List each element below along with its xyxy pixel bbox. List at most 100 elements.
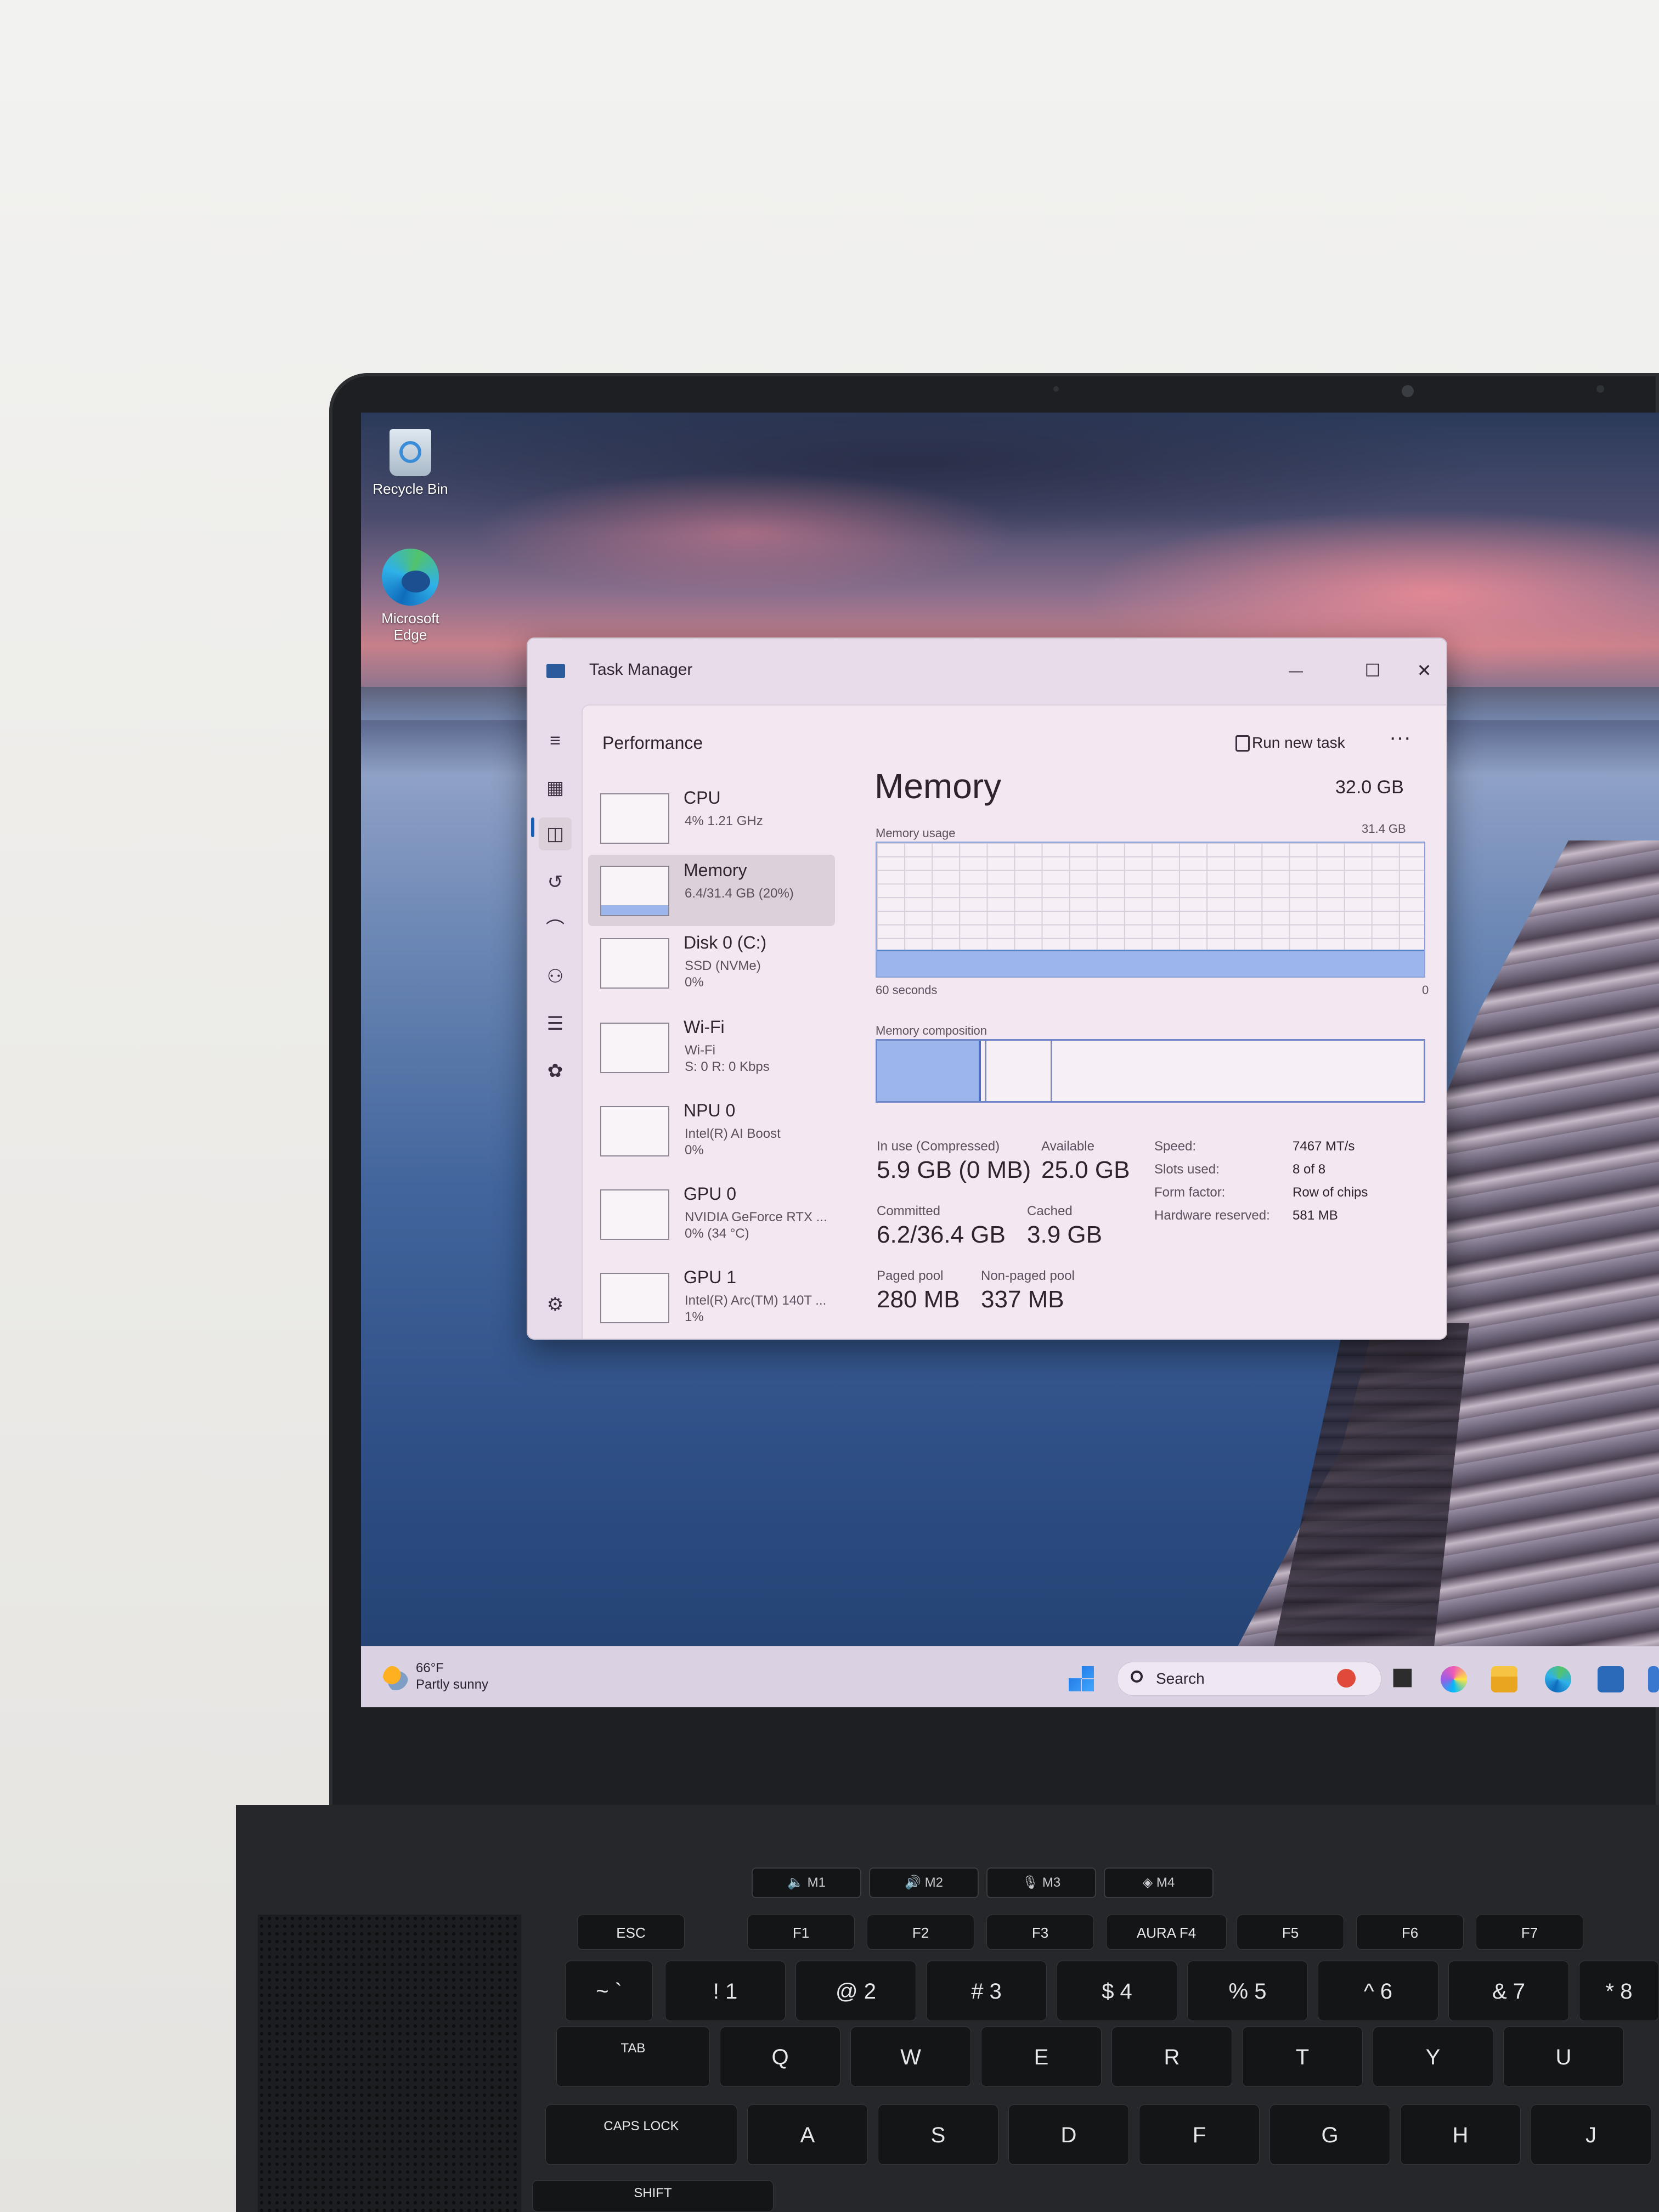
task-manager-window: Task Manager — ☐ ✕ ≡ ▦ ◫ ↺ ⌒ ⚇ ☰ ✿ ⚙ Per… — [527, 637, 1447, 1340]
key-5[interactable]: % 5 — [1187, 1961, 1308, 2021]
key-esc[interactable]: ESC — [577, 1915, 685, 1950]
desktop-icon-edge[interactable]: Microsoft Edge — [366, 549, 454, 643]
key-q[interactable]: Q — [720, 2027, 840, 2087]
info-hardware-reserved: 581 MB — [1293, 1208, 1338, 1223]
hamburger-icon[interactable]: ≡ — [539, 724, 572, 757]
settings-icon[interactable]: ⚙ — [539, 1288, 572, 1321]
minimize-button[interactable]: — — [1274, 654, 1318, 687]
key-2[interactable]: @ 2 — [795, 1961, 916, 2021]
device-detail: Intel(R) Arc(TM) 140T ... 1% — [685, 1293, 827, 1324]
stat-label: Non-paged pool — [981, 1268, 1075, 1283]
app-history-icon[interactable]: ↺ — [539, 866, 572, 899]
more-options-button[interactable]: ··· — [1389, 725, 1411, 750]
stat-label: In use (Compressed) — [877, 1139, 1000, 1154]
key-u[interactable]: U — [1503, 2027, 1624, 2087]
stat-nonpaged-pool: 337 MB — [981, 1286, 1064, 1313]
performance-icon[interactable]: ◫ — [539, 817, 572, 850]
run-task-icon[interactable] — [1235, 735, 1250, 752]
key-f5[interactable]: F5 — [1237, 1915, 1344, 1950]
composition-standby[interactable] — [986, 1041, 1052, 1101]
npu-thumbnail — [600, 1106, 669, 1156]
device-name: Disk 0 (C:) — [684, 933, 767, 952]
composition-in-use[interactable] — [877, 1041, 981, 1101]
taskbar-search[interactable]: Search — [1117, 1662, 1381, 1696]
stat-available: 25.0 GB — [1041, 1156, 1130, 1183]
device-detail: Wi-Fi S: 0 R: 0 Kbps — [685, 1043, 770, 1074]
key-j[interactable]: J — [1531, 2104, 1651, 2165]
key-h[interactable]: H — [1400, 2104, 1521, 2165]
key-f2[interactable]: F2 — [867, 1915, 974, 1950]
key-f1[interactable]: F1 — [747, 1915, 855, 1950]
macro-key-m4[interactable]: ◈ M4 — [1104, 1867, 1214, 1898]
key-backtick[interactable]: ~ ` — [565, 1961, 653, 2021]
key-e[interactable]: E — [981, 2027, 1102, 2087]
key-r[interactable]: R — [1111, 2027, 1232, 2087]
key-y[interactable]: Y — [1373, 2027, 1493, 2087]
processes-icon[interactable]: ▦ — [539, 771, 572, 804]
macro-key-m3[interactable]: 🎙 M3 — [986, 1867, 1096, 1898]
title-bar[interactable]: Task Manager — ☐ ✕ — [528, 639, 1446, 704]
startup-icon[interactable]: ⌒ — [539, 913, 572, 946]
key-f7[interactable]: F7 — [1476, 1915, 1583, 1950]
device-item-cpu[interactable]: CPU 4% 1.21 GHz — [588, 782, 835, 854]
device-detail: Intel(R) AI Boost 0% — [685, 1126, 781, 1158]
weather-temperature[interactable]: 66°F — [416, 1661, 444, 1676]
webcam-icon — [1402, 385, 1414, 397]
key-8[interactable]: * 8 — [1579, 1961, 1659, 2021]
key-f4[interactable]: AURA F4 — [1106, 1915, 1227, 1950]
key-6[interactable]: ^ 6 — [1318, 1961, 1438, 2021]
key-f6[interactable]: F6 — [1356, 1915, 1464, 1950]
wifi-thumbnail — [600, 1023, 669, 1073]
file-explorer-icon[interactable] — [1491, 1666, 1517, 1692]
device-item-memory[interactable]: Memory 6.4/31.4 GB (20%) — [588, 855, 835, 926]
key-1[interactable]: ! 1 — [665, 1961, 786, 2021]
stat-paged-pool: 280 MB — [877, 1286, 960, 1313]
macro-key-m1[interactable]: 🔈 M1 — [752, 1867, 861, 1898]
device-item-disk[interactable]: Disk 0 (C:) SSD (NVMe) 0% — [588, 927, 835, 998]
key-caps-lock[interactable]: CAPS LOCK — [545, 2104, 737, 2165]
device-item-gpu1[interactable]: GPU 1 Intel(R) Arc(TM) 140T ... 1% — [588, 1262, 835, 1333]
details-icon[interactable]: ☰ — [539, 1007, 572, 1040]
services-icon[interactable]: ✿ — [539, 1054, 572, 1087]
memory-thumbnail — [600, 866, 669, 916]
key-t[interactable]: T — [1242, 2027, 1363, 2087]
gpu1-thumbnail — [600, 1273, 669, 1323]
weather-icon[interactable] — [383, 1665, 408, 1690]
key-a[interactable]: A — [747, 2104, 868, 2165]
memory-composition-bar — [876, 1039, 1425, 1103]
device-item-wifi[interactable]: Wi-Fi Wi-Fi S: 0 R: 0 Kbps — [588, 1012, 835, 1083]
key-3[interactable]: # 3 — [926, 1961, 1047, 2021]
edge-icon[interactable] — [1545, 1666, 1571, 1692]
key-w[interactable]: W — [850, 2027, 971, 2087]
close-button[interactable]: ✕ — [1402, 654, 1446, 687]
weather-description[interactable]: Partly sunny — [416, 1677, 488, 1692]
usage-graph-max: 31.4 GB — [1362, 822, 1406, 836]
nav-rail: ≡ ▦ ◫ ↺ ⌒ ⚇ ☰ ✿ ⚙ — [528, 704, 582, 1339]
run-new-task-button[interactable]: Run new task — [1252, 727, 1345, 758]
key-d[interactable]: D — [1008, 2104, 1129, 2165]
key-f[interactable]: F — [1139, 2104, 1260, 2165]
performance-panel: Performance Run new task ··· CPU 4% 1.21… — [582, 704, 1446, 1339]
key-s[interactable]: S — [878, 2104, 998, 2165]
search-placeholder: Search — [1156, 1670, 1205, 1687]
key-f3[interactable]: F3 — [986, 1915, 1094, 1950]
macro-key-m2[interactable]: 🔊 M2 — [869, 1867, 979, 1898]
maximize-button[interactable]: ☐ — [1351, 654, 1395, 687]
device-item-npu[interactable]: NPU 0 Intel(R) AI Boost 0% — [588, 1095, 835, 1166]
start-icon[interactable] — [1069, 1666, 1094, 1691]
key-g[interactable]: G — [1269, 2104, 1390, 2165]
store-icon[interactable] — [1598, 1666, 1624, 1692]
copilot-icon[interactable] — [1441, 1666, 1467, 1692]
users-icon[interactable]: ⚇ — [539, 960, 572, 993]
task-manager-logo-icon — [546, 664, 565, 678]
key-tab[interactable]: TAB — [556, 2027, 710, 2087]
key-7[interactable]: & 7 — [1448, 1961, 1569, 2021]
composition-modified[interactable] — [981, 1041, 987, 1101]
overflow-app-icon[interactable] — [1648, 1666, 1659, 1692]
task-view-icon[interactable] — [1393, 1668, 1412, 1688]
desktop-icon-recycle-bin[interactable]: Recycle Bin — [366, 429, 454, 497]
device-item-gpu0[interactable]: GPU 0 NVIDIA GeForce RTX ... 0% (34 °C) — [588, 1178, 835, 1250]
memory-total: 32.0 GB — [1335, 777, 1404, 798]
key-shift[interactable]: SHIFT — [532, 2180, 774, 2212]
key-4[interactable]: $ 4 — [1057, 1961, 1177, 2021]
